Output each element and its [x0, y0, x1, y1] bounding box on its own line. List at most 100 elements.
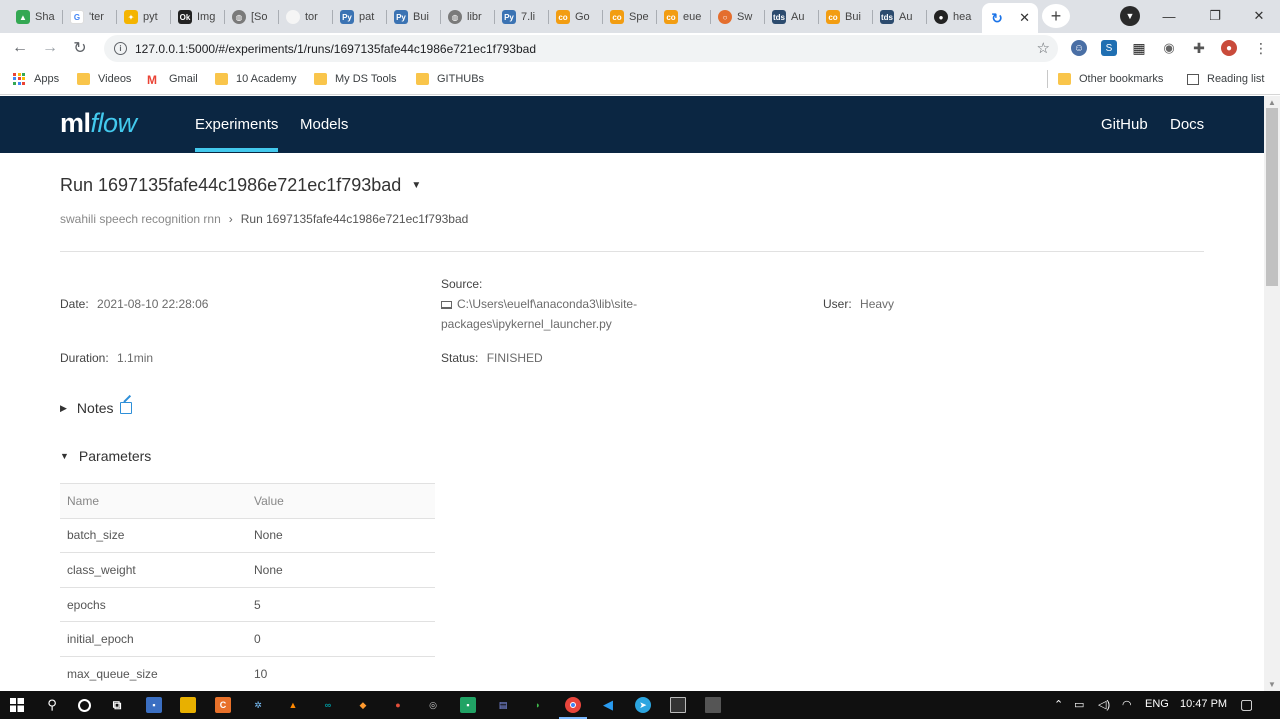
column-header-value[interactable]: Value [247, 483, 435, 519]
status-label: Status [441, 351, 476, 365]
app-icon[interactable]: ◆ [355, 697, 371, 713]
vscode-icon[interactable]: ◀ [600, 697, 616, 713]
vlc-icon[interactable]: ▲ [285, 697, 301, 713]
browser-tab[interactable]: ◍ libr [440, 5, 494, 29]
browser-tab[interactable]: Py pat [332, 5, 386, 29]
camera-icon[interactable]: ◉ [1161, 40, 1177, 56]
jupyter-icon: ○ [718, 10, 732, 24]
extensions-puzzle-icon[interactable]: ✚ [1191, 40, 1207, 56]
app-icon[interactable]: ▪ [460, 697, 476, 713]
bookmark-githubs[interactable]: GITHUBs [416, 71, 484, 87]
browser-tab[interactable]: ● hea [926, 5, 980, 29]
scroll-up-arrow-icon[interactable]: ▲ [1268, 98, 1276, 107]
qr-code-icon[interactable]: ▦ [1131, 40, 1147, 56]
language-indicator[interactable]: ENG [1145, 698, 1169, 710]
bookmark-10-academy[interactable]: 10 Academy [215, 71, 297, 87]
search-icon[interactable]: ⚲ [44, 697, 60, 713]
arduino-icon[interactable]: ∞ [320, 697, 336, 713]
bookmark-apps[interactable]: Apps [13, 71, 59, 87]
reload-icon[interactable]: ↻ [69, 37, 91, 59]
chrome-icon[interactable] [559, 697, 587, 719]
notifications-icon[interactable]: ▢ [1240, 696, 1253, 713]
cortana-icon[interactable] [76, 697, 92, 713]
bookmark-videos[interactable]: Videos [77, 71, 131, 87]
new-tab-button[interactable]: + [1042, 4, 1070, 28]
app-icon[interactable]: ◗ [530, 697, 546, 713]
browser-tab[interactable]: Ok Img [170, 5, 224, 29]
window-close-icon[interactable]: ✕ [1236, 4, 1280, 28]
browser-tab[interactable]: tds Au [764, 5, 818, 29]
edit-icon[interactable] [119, 402, 132, 414]
app-icon[interactable] [705, 697, 721, 713]
param-value: None [247, 517, 435, 553]
back-arrow-icon[interactable]: ← [9, 37, 31, 59]
browser-tab[interactable]: Py 7.li [494, 5, 548, 29]
more-menu-icon[interactable]: ⋮ [1253, 40, 1269, 56]
bookmark-star-icon[interactable]: ☆ [1037, 39, 1050, 57]
column-header-name[interactable]: Name [60, 483, 247, 519]
tab-search-icon[interactable]: ▼ [1120, 6, 1140, 26]
browser-tab[interactable]: G 'ter [62, 5, 116, 29]
browser-tab[interactable]: ◍ [So [224, 5, 278, 29]
file-explorer-icon[interactable] [180, 697, 196, 713]
duration-label: Duration [60, 351, 106, 365]
source-label: Source [441, 277, 480, 291]
tray-overflow-icon[interactable]: ⌃ [1054, 698, 1063, 711]
browser-tab-active[interactable]: ↻ ✕ [982, 3, 1038, 33]
telegram-icon[interactable]: ➤ [635, 697, 651, 713]
parameters-section-toggle[interactable]: ▼ Parameters [60, 448, 151, 464]
scrollbar-thumb[interactable] [1266, 108, 1278, 286]
browser-tab[interactable]: co Spe [602, 5, 656, 29]
app-icon[interactable]: ✲ [250, 697, 266, 713]
page-scrollbar[interactable]: ▲ ▼ [1264, 96, 1280, 691]
site-info-icon[interactable]: i [114, 42, 127, 55]
battery-icon[interactable]: ▭ [1074, 698, 1084, 711]
clock[interactable]: 10:47 PM [1180, 698, 1227, 710]
browser-tab[interactable]: tds Au [872, 5, 926, 29]
app-icon[interactable]: C [215, 697, 231, 713]
profile-avatar-icon[interactable]: ● [1221, 40, 1237, 56]
close-tab-icon[interactable]: ✕ [1019, 10, 1030, 26]
windows-start-icon[interactable] [9, 697, 25, 713]
bookmark-gmail[interactable]: M Gmail [147, 71, 198, 87]
reading-list-button[interactable]: Reading list [1187, 71, 1264, 87]
tab-label: Go [575, 11, 590, 23]
forward-arrow-icon[interactable]: → [39, 37, 61, 59]
address-bar[interactable]: i 127.0.0.1:5000/#/experiments/1/runs/16… [104, 35, 1058, 62]
param-value: None [247, 552, 435, 588]
mlflow-logo[interactable]: mlflow [60, 108, 137, 139]
notes-section-toggle[interactable]: ▶ Notes [60, 400, 132, 416]
browser-tab[interactable]: co eue [656, 5, 710, 29]
nav-experiments[interactable]: Experiments [195, 116, 279, 152]
browser-tab[interactable]: co Go [548, 5, 602, 29]
bookmark-other[interactable]: Other bookmarks [1058, 71, 1163, 87]
terminal-icon[interactable] [670, 697, 686, 713]
volume-icon[interactable]: ◁) [1098, 698, 1110, 711]
extension-avatar-icon[interactable]: ☺ [1071, 40, 1087, 56]
bookmark-my-ds-tools[interactable]: My DS Tools [314, 71, 397, 87]
nav-docs[interactable]: Docs [1170, 116, 1204, 133]
tds-icon: tds [772, 10, 786, 24]
app-icon[interactable]: ▪ [146, 697, 162, 713]
browser-tab[interactable]: ▲ Sha [8, 5, 62, 29]
caret-down-icon[interactable]: ▼ [411, 180, 421, 191]
microphone-icon[interactable]: ● [390, 697, 406, 713]
divider [60, 251, 1204, 252]
app-icon[interactable]: ▤ [495, 697, 511, 713]
scroll-down-arrow-icon[interactable]: ▼ [1268, 680, 1276, 689]
nav-models[interactable]: Models [300, 116, 348, 133]
task-view-icon[interactable]: ⧉ [109, 697, 125, 713]
browser-tab[interactable]: ✦ pyt [116, 5, 170, 29]
breadcrumb-experiment-link[interactable]: swahili speech recognition rnn [60, 212, 221, 226]
browser-tab[interactable]: Py Bui [386, 5, 440, 29]
extension-s-icon[interactable]: S [1101, 40, 1117, 56]
source-link[interactable]: C:\Users\euelf\anaconda3\lib\site- [441, 294, 637, 314]
restore-icon[interactable]: ❐ [1192, 4, 1238, 28]
nav-github[interactable]: GitHub [1101, 116, 1148, 133]
browser-tab[interactable]: tor [278, 5, 332, 29]
wifi-icon[interactable]: ◠ [1122, 698, 1132, 711]
browser-tab[interactable]: ○ Sw [710, 5, 764, 29]
browser-tab[interactable]: co Bui [818, 5, 872, 29]
app-icon[interactable]: ◎ [425, 697, 441, 713]
minimize-icon[interactable]: — [1146, 4, 1192, 28]
